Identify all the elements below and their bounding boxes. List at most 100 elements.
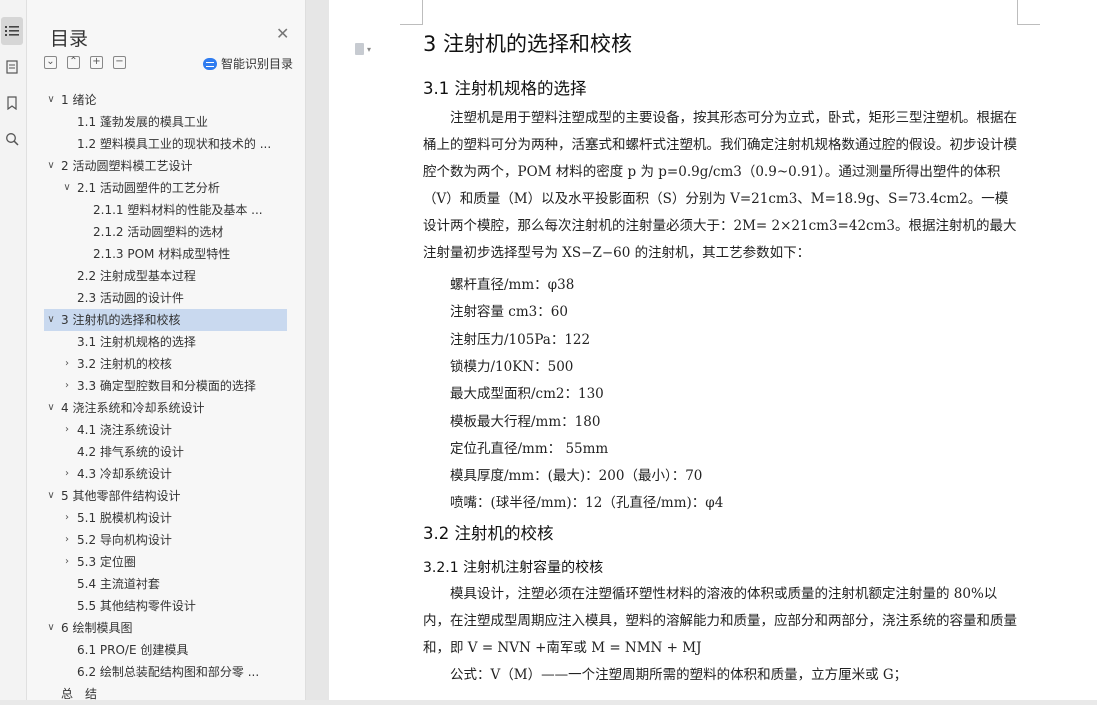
toc-item-label: 2.1.3 POM 材料成型特性	[93, 247, 231, 261]
toc-item[interactable]: 3.1 注射机规格的选择	[44, 331, 287, 353]
thumbnail-button[interactable]	[1, 53, 23, 81]
toc-item[interactable]: › 5.1 脱模机构设计	[44, 507, 287, 529]
toc-item-label: 1.1 蓬勃发展的模具工业	[77, 115, 208, 129]
toc-item[interactable]: › 4.1 浇注系统设计	[44, 419, 287, 441]
toc-item[interactable]: 2.1.3 POM 材料成型特性	[44, 243, 287, 265]
toc-item-label: 5.3 定位圈	[77, 555, 136, 569]
param-line: 定位孔直径/mm： 55mm	[450, 440, 609, 457]
toc-item-label: 6 绘制模具图	[61, 621, 133, 635]
toc-title: 目录	[50, 28, 89, 50]
page-icon	[6, 60, 18, 74]
toc-item-label: 总 结	[61, 687, 98, 701]
toc-item[interactable]: 1.2 塑料模具工业的现状和技术的 ...	[44, 133, 287, 155]
heading-chapter-3: 3 注射机的选择和校核	[423, 32, 633, 56]
expand-all-icon[interactable]: ⌄	[44, 56, 57, 69]
chevron-down-icon[interactable]: ∨	[60, 177, 74, 199]
chevron-right-icon[interactable]: ›	[60, 353, 74, 375]
close-icon[interactable]: ✕	[276, 26, 289, 42]
heading-3-2-1: 3.2.1 注射机注射容量的校核	[423, 560, 604, 576]
bookmark-icon	[7, 96, 17, 110]
chevron-down-icon[interactable]: ∨	[44, 397, 58, 419]
toc-item-label: 6.1 PRO/E 创建模具	[77, 643, 189, 657]
toc-item-label: 2.3 活动圆的设计件	[77, 291, 184, 305]
chevron-down-icon[interactable]: ∨	[44, 617, 58, 639]
bookmark-button[interactable]	[1, 89, 23, 117]
doc-options-button[interactable]: ▾	[355, 42, 385, 56]
toc-item-label: 5.2 导向机构设计	[77, 533, 172, 547]
toc-item[interactable]: ∨ 3 注射机的选择和校核	[44, 309, 287, 331]
toc-item[interactable]: 6.2 绘制总装配结构图和部分零 ...	[44, 661, 287, 683]
toc-list: ∨ 1 绪论 1.1 蓬勃发展的模具工业 1.2 塑料模具工业的现状和技术的 ... ∨…	[44, 89, 287, 705]
chevron-down-icon[interactable]: ∨	[44, 155, 58, 177]
param-line: 喷嘴：(球半径/mm)：12（孔直径/mm)：φ4	[450, 495, 724, 512]
chevron-down-icon[interactable]: ∨	[44, 485, 58, 507]
toc-item[interactable]: 1.1 蓬勃发展的模具工业	[44, 111, 287, 133]
toc-item-label: 2.1.1 塑料材料的性能及基本 ...	[93, 203, 263, 217]
heading-3-1: 3.1 注射机规格的选择	[423, 79, 587, 98]
chevron-right-icon[interactable]: ›	[60, 419, 74, 441]
toc-item[interactable]: ∨ 5 其他零部件结构设计	[44, 485, 287, 507]
toc-item-label: 2.1.2 活动圆塑料的选材	[93, 225, 224, 239]
chevron-down-icon[interactable]: ∨	[44, 309, 58, 331]
param-line: 模板最大行程/mm：180	[450, 413, 601, 430]
toc-item-label: 2.1 活动圆塑件的工艺分析	[77, 181, 220, 195]
toc-item[interactable]: ∨ 2 活动圆塑料模工艺设计	[44, 155, 287, 177]
toc-item[interactable]: 总 结	[44, 683, 287, 705]
smart-toc-button[interactable]: 智能识别目录	[203, 55, 293, 72]
toc-item[interactable]: 5.4 主流道衬套	[44, 573, 287, 595]
chevron-right-icon[interactable]: ›	[60, 463, 74, 485]
heading-3-2: 3.2 注射机的校核	[423, 524, 554, 543]
chevron-down-icon[interactable]: ∨	[44, 89, 58, 111]
toc-item[interactable]: › 5.3 定位圈	[44, 551, 287, 573]
toc-item[interactable]: › 3.2 注射机的校核	[44, 353, 287, 375]
toc-item-label: 1.2 塑料模具工业的现状和技术的 ...	[77, 137, 272, 151]
param-line: 注射容量 cm3：60	[450, 304, 568, 321]
toc-item-label: 5.5 其他结构零件设计	[77, 599, 196, 613]
toc-item[interactable]: 6.1 PRO/E 创建模具	[44, 639, 287, 661]
toc-item-label: 5 其他零部件结构设计	[61, 489, 181, 503]
chevron-right-icon[interactable]: ›	[60, 529, 74, 551]
toc-item[interactable]: ∨ 2.1 活动圆塑件的工艺分析	[44, 177, 287, 199]
toc-item[interactable]: ∨ 6 绘制模具图	[44, 617, 287, 639]
toc-item[interactable]: 2.1.2 活动圆塑料的选材	[44, 221, 287, 243]
param-line: 最大成型面积/cm2：130	[450, 386, 604, 403]
search-icon	[6, 133, 19, 146]
chevron-right-icon[interactable]: ›	[60, 551, 74, 573]
chevron-down-icon: ▾	[367, 44, 372, 54]
toc-toolbar: ⌄ ⌃ + −	[44, 56, 126, 70]
toc-item[interactable]: ∨ 1 绪论	[44, 89, 287, 111]
toc-item[interactable]: ∨ 4 浇注系统和冷却系统设计	[44, 397, 287, 419]
toc-item-label: 3 注射机的选择和校核	[61, 313, 181, 327]
smart-recognize-icon	[203, 57, 217, 70]
paragraph-capacity: 模具设计，注塑必须在注塑循环塑性材料的溶液的体积或质量的注射机额定注射量的 80…	[423, 586, 1017, 656]
collapse-all-icon[interactable]: ⌃	[67, 56, 80, 69]
toc-item-label: 4 浇注系统和冷却系统设计	[61, 401, 205, 415]
toc-item[interactable]: › 3.3 确定型腔数目和分模面的选择	[44, 375, 287, 397]
toc-item-label: 4.2 排气系统的设计	[77, 445, 184, 459]
toc-item-label: 4.1 浇注系统设计	[77, 423, 172, 437]
search-button[interactable]	[1, 125, 23, 153]
toc-item-label: 1 绪论	[61, 93, 97, 107]
toc-toggle-button[interactable]	[1, 17, 23, 45]
remove-heading-icon[interactable]: −	[113, 56, 126, 69]
param-line: 螺杆直径/mm：φ38	[450, 277, 575, 293]
toc-item-label: 5.4 主流道衬套	[77, 577, 160, 591]
toc-item-label: 4.3 冷却系统设计	[77, 467, 172, 481]
toc-item[interactable]: 2.1.1 塑料材料的性能及基本 ...	[44, 199, 287, 221]
document-icon	[355, 43, 364, 55]
smart-toc-label: 智能识别目录	[221, 57, 294, 71]
chevron-right-icon[interactable]: ›	[60, 507, 74, 529]
param-line: 锁模力/10KN：500	[450, 358, 574, 375]
add-heading-icon[interactable]: +	[90, 56, 103, 69]
paragraph-intro: 注塑机是用于塑料注塑成型的主要设备，按其形态可分为立式，卧式，矩形三型注塑机。根…	[423, 110, 1017, 261]
side-toolbar	[0, 0, 27, 700]
toc-item[interactable]: 2.3 活动圆的设计件	[44, 287, 287, 309]
toc-item[interactable]: 5.5 其他结构零件设计	[44, 595, 287, 617]
toc-item[interactable]: 2.2 注射成型基本过程	[44, 265, 287, 287]
toc-item[interactable]: › 4.3 冷却系统设计	[44, 463, 287, 485]
toc-item-label: 3.1 注射机规格的选择	[77, 335, 196, 349]
chevron-right-icon[interactable]: ›	[60, 375, 74, 397]
toc-item-label: 5.1 脱模机构设计	[77, 511, 172, 525]
toc-item[interactable]: › 5.2 导向机构设计	[44, 529, 287, 551]
toc-item[interactable]: 4.2 排气系统的设计	[44, 441, 287, 463]
